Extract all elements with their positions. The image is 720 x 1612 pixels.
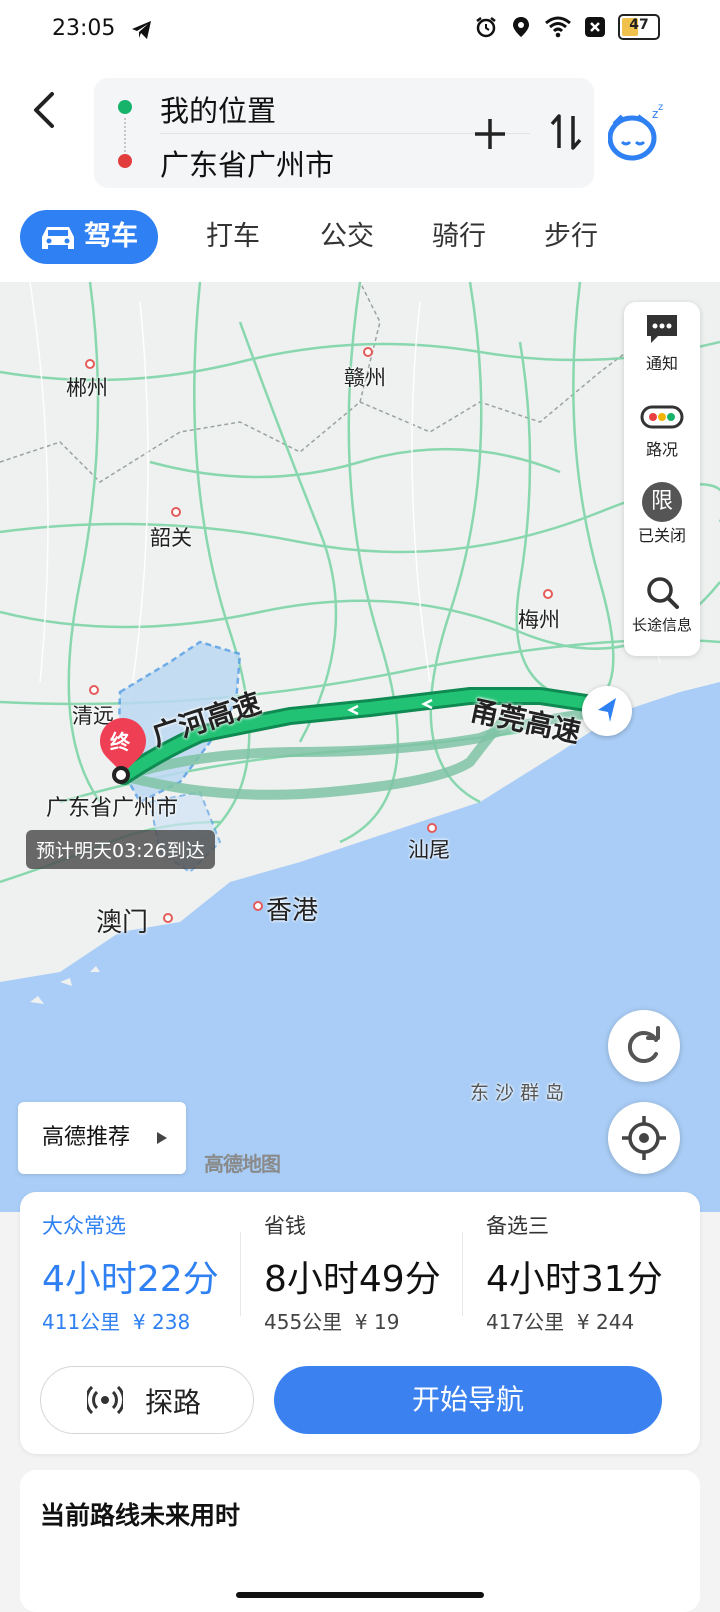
end-field[interactable]: 广东省广州市 [160,142,334,184]
amap-logo: 高德地图 [204,1152,281,1176]
start-navigation-button[interactable]: 开始导航 [274,1366,662,1434]
recommend-label: 高德推荐 [42,1125,131,1150]
navigation-arrow-icon [598,698,616,722]
route-name: 大众常选 [42,1214,126,1238]
probe-label: 探路 [145,1386,202,1419]
city-label: 香港 [266,896,319,926]
swap-icon[interactable] [548,112,584,152]
transport-mode-tabs: 驾车 打车 公交 骑行 步行 [20,210,700,266]
traffic-light-icon [640,405,684,429]
future-title: 当前路线未来用时 [40,1501,241,1530]
tab-taxi[interactable]: 打车 [206,210,260,264]
eta-badge: 预计明天03:26到达 [26,830,215,869]
refresh-button[interactable] [608,1010,680,1082]
assistant-mascot-icon[interactable]: z z [608,102,666,162]
svg-text:z: z [658,102,663,113]
restriction-label: 已关闭 [637,526,686,545]
tab-drive[interactable]: 驾车 [20,210,158,264]
telegram-icon [132,21,151,39]
route-cost: ¥ 238 [132,1310,191,1334]
route-meta: 417公里 ¥ 244 [486,1306,634,1335]
wifi-icon [545,16,571,38]
restriction-icon: 限 [642,482,682,522]
message-icon [647,315,677,343]
start-dot [118,100,132,114]
restriction-button[interactable]: 限 已关闭 [624,482,700,546]
play-arrow-icon [157,1132,167,1144]
probe-button[interactable]: 探路 [40,1366,254,1434]
status-bar: 23:05 47 [0,0,720,66]
tab-walk[interactable]: 步行 [544,210,598,264]
route-input-box[interactable]: 我的位置 广东省广州市 [94,78,594,188]
route-option[interactable]: 省钱 8小时49分 455公里 ¥ 19 [264,1204,478,1334]
route-cost: ¥ 19 [354,1310,400,1334]
home-indicator[interactable] [236,1592,484,1598]
traffic-button[interactable]: 路况 [624,402,700,460]
route-distance: 411公里 [42,1310,121,1334]
current-location-marker[interactable] [582,686,632,736]
future-duration-card: 当前路线未来用时 [20,1470,700,1612]
dnd-icon [585,17,605,37]
long-trip-info-button[interactable]: 长途信息 [624,574,700,635]
city-label: 韶关 [150,526,192,550]
destination-point [112,766,130,784]
destination-marker-text: 终 [110,730,130,754]
route-distance: 455公里 [264,1310,343,1334]
add-waypoint-icon[interactable] [473,117,507,151]
back-icon[interactable] [26,88,62,132]
city-label: 赣州 [344,366,386,390]
islands-label: 东 沙 群 岛 [470,1082,565,1104]
traffic-label: 路况 [645,440,678,459]
battery-icon: 47 [618,14,660,40]
start-field[interactable]: 我的位置 [160,88,276,130]
route-options-card: 大众常选 4小时22分 411公里 ¥ 238 省钱 8小时49分 455公里 … [20,1192,700,1454]
tab-bus[interactable]: 公交 [320,210,374,264]
divider [462,1232,463,1316]
end-dot [118,154,132,168]
route-name: 省钱 [264,1214,306,1238]
status-icons: 47 [474,14,660,40]
connector-dots [124,118,128,152]
divider [240,1232,241,1316]
locate-icon [622,1116,666,1160]
route-meta: 411公里 ¥ 238 [42,1306,190,1335]
battery-level: 47 [629,17,649,33]
route-option[interactable]: 大众常选 4小时22分 411公里 ¥ 238 [42,1204,256,1334]
destination-label: 广东省广州市 [46,796,179,821]
route-duration: 4小时22分 [42,1259,219,1300]
location-icon [513,17,529,37]
route-option[interactable]: 备选三 4小时31分 417公里 ¥ 244 [486,1204,700,1334]
route-cost: ¥ 244 [576,1310,635,1334]
route-duration: 8小时49分 [264,1259,441,1300]
city-label: 郴州 [66,376,108,400]
car-icon [42,227,74,249]
recommend-button[interactable]: 高德推荐 [18,1102,186,1174]
search-icon [647,577,679,609]
route-name: 备选三 [486,1214,549,1238]
notice-label: 通知 [645,354,678,373]
map-side-panel: 通知 路况 限 已关闭 长途信息 [624,302,700,656]
refresh-icon [627,1026,660,1063]
tab-drive-label: 驾车 [84,221,138,252]
locate-button[interactable] [608,1102,680,1174]
long-trip-info-label: 长途信息 [631,616,692,634]
route-meta: 455公里 ¥ 19 [264,1306,399,1335]
broadcast-icon [87,1385,123,1415]
city-label: 梅州 [518,608,560,632]
tab-bike[interactable]: 骑行 [432,210,486,264]
notice-button[interactable]: 通知 [624,312,700,374]
alarm-icon [476,17,496,38]
route-duration: 4小时31分 [486,1259,663,1300]
city-label: 汕尾 [408,838,450,862]
city-label: 澳门 [96,908,149,938]
status-time: 23:05 [52,16,116,41]
route-distance: 417公里 [486,1310,565,1334]
